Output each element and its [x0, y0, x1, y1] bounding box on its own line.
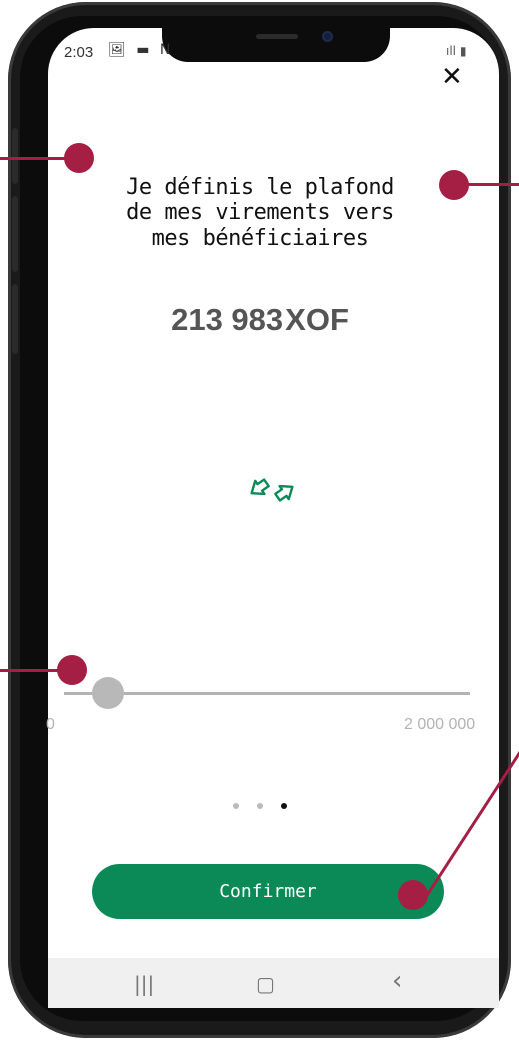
annotation-dot-amount — [439, 170, 469, 200]
speaker-icon — [256, 34, 298, 39]
slider-max-label: 2 000 000 — [404, 716, 476, 733]
pager-dot — [233, 803, 239, 809]
annotation-line-amount — [466, 183, 519, 186]
home-icon[interactable]: ▢ — [256, 972, 275, 996]
status-notification-icons: 🖼 ▬ N — [108, 42, 174, 58]
annotation-dot-slider — [57, 655, 87, 685]
limit-amount: 213 983XOF — [100, 302, 420, 338]
transfer-arrows-icon — [250, 478, 294, 502]
amount-currency: XOF — [285, 302, 349, 337]
annotation-dot-confirm — [398, 880, 428, 910]
notch — [162, 26, 390, 62]
close-icon[interactable]: ✕ — [441, 64, 463, 90]
signal-battery-icon: ıll ▮ — [446, 44, 467, 58]
pager-dot-active — [281, 803, 287, 809]
confirm-button[interactable]: Confirmer — [92, 864, 444, 919]
pager-dot — [257, 803, 263, 809]
recent-apps-icon[interactable]: ||| — [134, 972, 154, 996]
back-icon[interactable]: ‹ — [392, 966, 402, 996]
status-time: 2:03 — [64, 44, 94, 61]
pager-dots — [233, 803, 287, 809]
phone-side-button-volume-down — [12, 284, 18, 354]
annotation-line-title — [0, 157, 66, 160]
phone-side-button-volume-up — [12, 196, 18, 272]
amount-value: 213 983 — [171, 302, 284, 337]
page-title: Je définis le plafond de mes virements v… — [126, 175, 394, 251]
phone-side-button-top — [12, 128, 18, 184]
slider-track[interactable] — [64, 692, 470, 695]
annotation-line-slider — [0, 669, 60, 672]
slider-thumb[interactable] — [92, 677, 124, 709]
camera-icon — [322, 31, 333, 42]
limit-slider[interactable] — [64, 677, 470, 709]
slider-min-label: 0 — [46, 716, 55, 733]
annotation-dot-title — [64, 143, 94, 173]
